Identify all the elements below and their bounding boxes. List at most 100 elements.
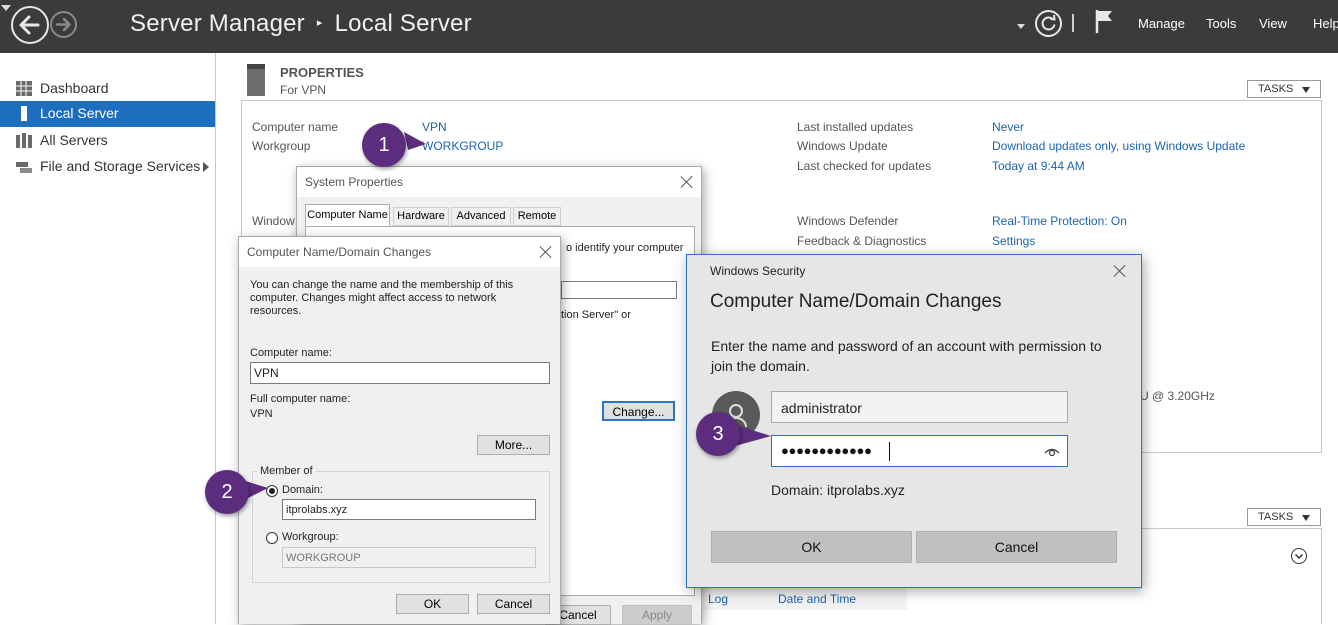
- menu-manage[interactable]: Manage: [1138, 16, 1185, 31]
- properties-subtitle: For VPN: [280, 83, 327, 97]
- change-button[interactable]: Change...: [602, 401, 675, 421]
- breadcrumb-separator-icon: ▸: [316, 17, 323, 29]
- breadcrumb-app: Server Manager: [130, 10, 305, 37]
- menu-tools[interactable]: Tools: [1206, 16, 1236, 31]
- dialog-title: System Properties: [305, 175, 404, 189]
- chevron-down-icon: [1, 5, 11, 11]
- last-installed-label: Last installed updates: [797, 120, 914, 134]
- note-fragment: tion Server" or: [561, 309, 631, 321]
- back-button[interactable]: [11, 6, 49, 44]
- domain-line: Domain: itprolabs.xyz: [771, 482, 905, 498]
- expand-button[interactable]: [1291, 548, 1307, 564]
- events-header-row: Log Date and Time: [702, 586, 907, 610]
- sidebar-item-label: Dashboard: [40, 80, 109, 96]
- sidebar-item-dashboard[interactable]: Dashboard: [0, 76, 215, 102]
- apply-button[interactable]: Apply: [622, 605, 692, 625]
- notifications-dropdown[interactable]: [1016, 18, 1026, 29]
- reveal-password-icon[interactable]: [1044, 446, 1060, 458]
- computer-name-label: Computer name: [252, 120, 339, 134]
- server-tile-icon: [247, 64, 265, 96]
- column-date-time[interactable]: Date and Time: [778, 592, 856, 606]
- cancel-button[interactable]: Cancel: [477, 594, 550, 614]
- dialog-title: Windows Security: [710, 264, 806, 278]
- feedback-label: Feedback & Diagnostics: [797, 234, 927, 248]
- computer-name-field[interactable]: VPN: [250, 362, 550, 384]
- close-icon[interactable]: [539, 245, 553, 259]
- sidebar-item-all-servers[interactable]: All Servers: [0, 128, 215, 154]
- column-log[interactable]: Log: [708, 592, 728, 606]
- sidebar-item-label: All Servers: [40, 132, 108, 148]
- server-icon: [21, 106, 27, 121]
- password-field[interactable]: ●●●●●●●●●●●●: [771, 435, 1068, 467]
- windows-update-label: Windows Update: [797, 139, 888, 153]
- chevron-down-icon: [1302, 515, 1310, 521]
- windows-update-link[interactable]: Download updates only, using Windows Upd…: [992, 139, 1245, 153]
- ok-button[interactable]: OK: [711, 531, 912, 563]
- description-fragment: o identify your computer: [566, 242, 684, 254]
- toolbar-divider: [1072, 14, 1074, 32]
- refresh-icon: [1041, 14, 1056, 31]
- chevron-right-icon: [203, 162, 209, 172]
- properties-tasks-button[interactable]: TASKS: [1247, 80, 1321, 98]
- menu-help[interactable]: Help: [1313, 16, 1338, 31]
- breadcrumb: Server Manager ▸ Local Server: [130, 10, 472, 38]
- chevron-down-icon: [1294, 553, 1304, 560]
- sidebar-item-label: Local Server: [40, 105, 119, 121]
- workgroup-label: Workgroup: [252, 139, 311, 153]
- sidebar-item-label: File and Storage Services: [40, 158, 201, 174]
- cancel-button[interactable]: Cancel: [916, 531, 1117, 563]
- dialog-title: Computer Name/Domain Changes: [247, 245, 432, 259]
- tab-hardware[interactable]: Hardware: [393, 207, 449, 226]
- feedback-link[interactable]: Settings: [992, 234, 1035, 248]
- last-checked-link[interactable]: Today at 9:44 AM: [992, 159, 1085, 173]
- menu-view[interactable]: View: [1259, 16, 1287, 31]
- dashboard-grid-icon: [16, 81, 32, 96]
- arrow-left-icon: [19, 15, 40, 35]
- workgroup-label: Workgroup:: [282, 531, 339, 543]
- breadcrumb-page: Local Server: [334, 10, 472, 37]
- sidebar-item-local-server[interactable]: Local Server: [0, 101, 215, 127]
- computer-description-field[interactable]: [561, 281, 677, 299]
- processor-value: U @ 3.20GHz: [1140, 389, 1215, 403]
- last-checked-label: Last checked for updates: [797, 159, 932, 173]
- defender-link[interactable]: Real-Time Protection: On: [992, 214, 1127, 228]
- dialog-message: Enter the name and password of an accoun…: [711, 338, 1102, 374]
- tab-computer-name[interactable]: Computer Name: [305, 204, 390, 226]
- callout-pointer: [404, 132, 426, 150]
- forward-button[interactable]: [50, 11, 77, 38]
- username-field[interactable]: administrator: [771, 391, 1068, 423]
- full-name-value: VPN: [250, 408, 273, 420]
- password-mask: ●●●●●●●●●●●●: [781, 443, 872, 458]
- last-installed-link[interactable]: Never: [992, 120, 1024, 134]
- more-button[interactable]: More...: [477, 435, 550, 455]
- sidebar: Dashboard Local Server All Servers File …: [0, 53, 216, 624]
- windows-label-partial: Window: [252, 214, 295, 228]
- refresh-button[interactable]: [1035, 10, 1062, 37]
- events-tasks-button[interactable]: TASKS: [1247, 508, 1321, 526]
- servers-icon: [16, 133, 32, 148]
- full-name-label: Full computer name:: [250, 393, 351, 405]
- tab-remote[interactable]: Remote: [513, 207, 561, 226]
- title-bar: Server Manager ▸ Local Server Manage Tools…: [0, 0, 1338, 53]
- tasks-label: TASKS: [1258, 511, 1294, 523]
- callout-badge-1: 1: [362, 123, 406, 167]
- domain-label: Domain:: [282, 484, 323, 496]
- arrow-right-icon: [55, 17, 71, 32]
- domain-field[interactable]: itprolabs.xyz: [282, 499, 536, 520]
- close-icon[interactable]: [1113, 264, 1127, 278]
- notifications-flag-icon[interactable]: [1094, 8, 1114, 34]
- tasks-label: TASKS: [1258, 83, 1294, 95]
- workgroup-radio[interactable]: [266, 532, 278, 544]
- history-dropdown[interactable]: [0, 0, 12, 11]
- workgroup-link[interactable]: WORKGROUP: [422, 139, 503, 153]
- sidebar-item-file-storage[interactable]: File and Storage Services: [0, 154, 215, 180]
- member-of-label: Member of: [257, 465, 316, 477]
- close-icon[interactable]: [680, 175, 694, 189]
- workgroup-field[interactable]: WORKGROUP: [282, 547, 536, 568]
- dialog-description: You can change the name and the membersh…: [250, 279, 514, 317]
- ok-button[interactable]: OK: [396, 594, 469, 614]
- windows-security-dialog: Windows Security Computer Name/Domain Ch…: [686, 254, 1142, 588]
- callout-badge-3: 3: [696, 412, 740, 456]
- tab-advanced[interactable]: Advanced: [451, 207, 511, 226]
- domain-changes-dialog: Computer Name/Domain Changes You can cha…: [238, 236, 561, 624]
